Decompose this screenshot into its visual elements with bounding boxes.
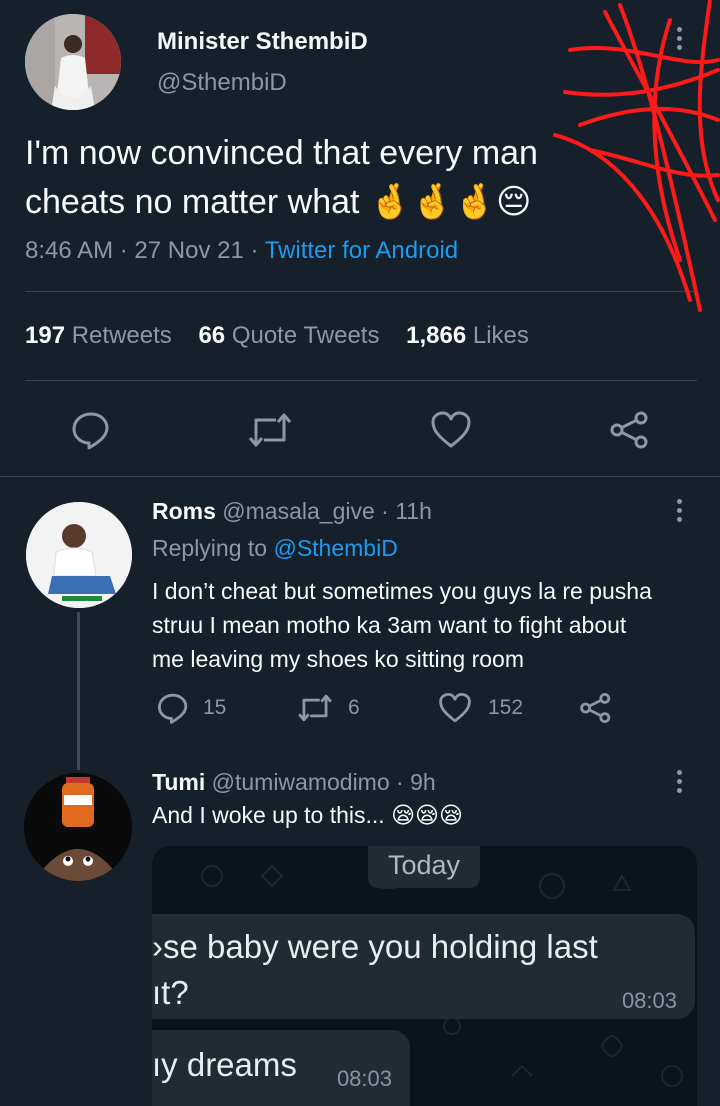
author-name[interactable]: Minister SthembiD [157,28,368,56]
retweet-icon [296,692,334,724]
reply-avatar-roms[interactable] [26,502,132,608]
meta-separator: · [250,237,259,264]
reply-text-line: I don’t cheat but sometimes you guys la … [152,578,652,604]
reply-author-handle[interactable]: @tumiwamodimo [212,769,390,795]
avatar-photo [25,14,121,110]
reply-action-like[interactable]: 152 [438,692,523,724]
reply-text-line: And I woke up to this... [152,802,385,828]
reply-text: And I woke up to this... 😪😪😪 [152,802,463,829]
retweets-stat[interactable]: 197 Retweets [25,322,172,349]
reply-time: · 11h [381,498,432,524]
pensive-face-emoji: 😔 [496,183,532,221]
divider [25,380,697,381]
message-text: ›se baby were you holding last [152,928,598,965]
reply-icon[interactable] [71,410,111,450]
reply-text: I don’t cheat but sometimes you guys la … [152,574,652,676]
message-text: ıt? [152,974,189,1011]
reply-count: 15 [203,696,227,719]
avatar-photo [26,502,132,608]
reply-header: Roms @masala_give · 11h [152,498,432,525]
reply-action-reply[interactable]: 15 [157,692,226,724]
chat-message-incoming: ıy dreams 08:03 [152,1030,410,1106]
reply-icon [157,692,189,724]
tweet-date[interactable]: 27 Nov 21 [134,237,243,264]
red-scribble-overlay [553,0,720,312]
message-text: ıy dreams [152,1046,297,1083]
more-options-icon[interactable] [677,770,683,797]
tweet-text-line1: I'm now convinced that every man [25,134,538,172]
tweet-source-link[interactable]: Twitter for Android [265,237,458,264]
replying-to: Replying to @SthembiD [152,535,398,561]
like-icon[interactable] [430,410,472,450]
sleepy-face-emoji: 😪😪😪 [391,802,464,828]
message-time: 08:03 [621,988,677,1013]
thread-line [77,612,80,770]
author-handle[interactable]: @SthembiD [157,69,287,97]
tweet-meta: 8:46 AM · 27 Nov 21 · Twitter for Androi… [25,237,458,265]
avatar-photo [24,773,132,881]
reply-header: Tumi @tumiwamodimo · 9h [152,769,436,796]
quote-tweets-stat[interactable]: 66 Quote Tweets [198,322,379,349]
attached-image[interactable]: Today ›se baby were you holding last ıt?… [152,846,697,1106]
reply-action-retweet[interactable]: 6 [296,692,360,724]
chat-message-incoming: ›se baby were you holding last ıt? 08:03 [152,914,695,1019]
retweet-count: 6 [348,696,360,719]
reply-text-line: struu I mean motho ka 3am want to fight … [152,612,627,638]
like-count: 152 [488,696,524,719]
crossed-fingers-emoji: 🤞 [368,183,412,221]
replying-to-link[interactable]: @SthembiD [273,535,397,561]
tweet-text-line2-wrap: cheats no matter what 🤞🤞🤞😔 [25,182,531,222]
retweet-icon[interactable] [246,410,294,450]
likes-stat[interactable]: 1,866 Likes [406,322,529,349]
reply-author-handle[interactable]: @masala_give [222,498,374,524]
like-icon [438,692,472,724]
reply-avatar-tumi[interactable] [24,773,132,881]
share-icon[interactable] [579,692,613,724]
reply-author-name[interactable]: Roms [152,498,216,524]
tweet-time[interactable]: 8:46 AM [25,237,113,264]
reply-time: · 9h [396,769,436,795]
crossed-fingers-emoji: 🤞 [453,183,496,221]
reply-author-name[interactable]: Tumi [152,769,205,795]
message-time: 08:03 [336,1066,392,1091]
tweet-text-line2: cheats no matter what [25,183,360,221]
crossed-fingers-emoji: 🤞 [411,183,454,221]
section-divider [0,476,720,477]
meta-separator: · [119,237,128,264]
more-options-icon[interactable] [677,499,683,526]
share-icon[interactable] [609,410,651,450]
date-chip: Today [368,846,480,888]
tweet-stats: 197 Retweets 66 Quote Tweets 1,866 Likes [25,322,529,350]
reply-text-line: me leaving my shoes ko sitting room [152,646,524,672]
author-avatar[interactable] [25,14,121,110]
